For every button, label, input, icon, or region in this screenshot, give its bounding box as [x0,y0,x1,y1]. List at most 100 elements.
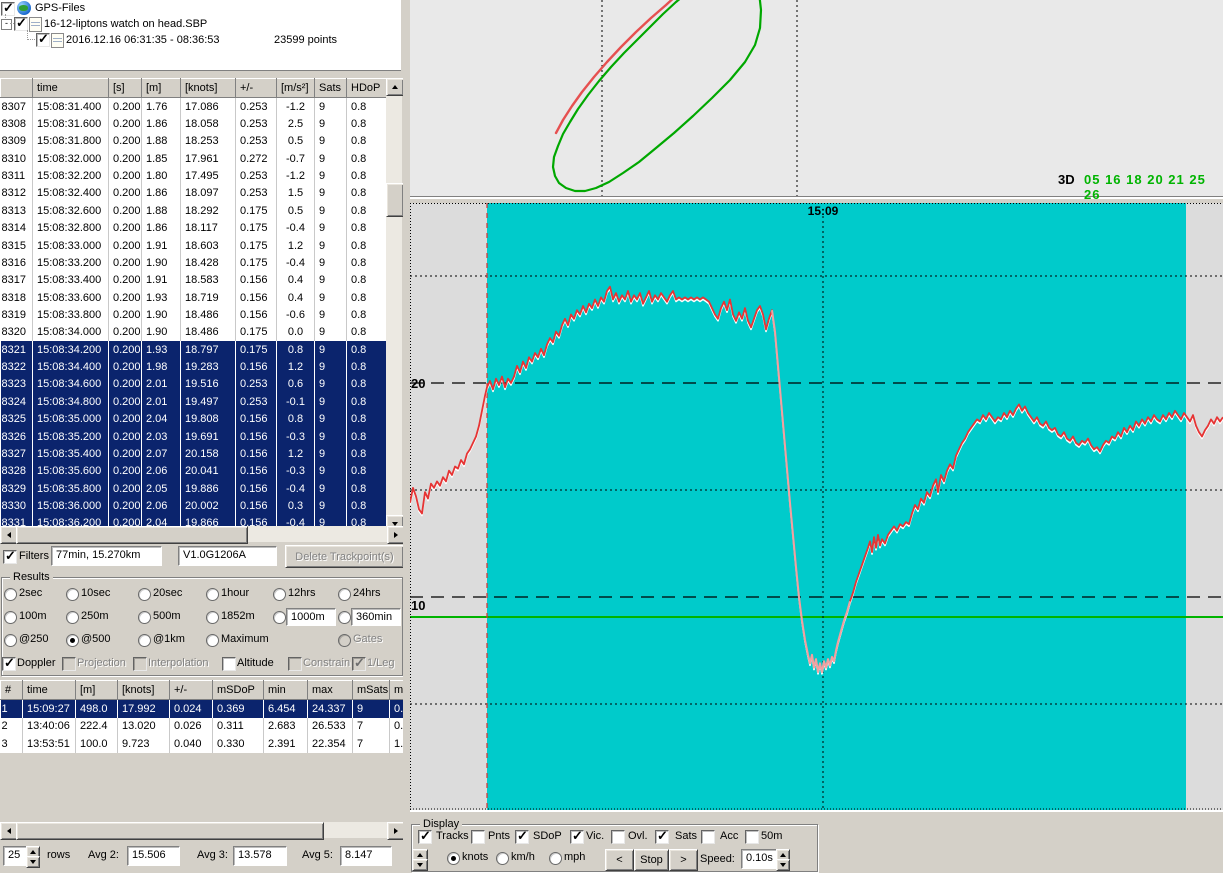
trackpoint-vscrollbar[interactable] [386,78,402,531]
radio-12hrs[interactable] [273,588,286,601]
column-header[interactable]: mSDoP [213,681,264,700]
trackpoint-row[interactable]: 832915:08:35.8000.2002.0519.8860.156-0.4… [1,480,387,497]
speed-chart[interactable] [410,203,1223,810]
column-header[interactable]: HDoP [347,79,387,98]
trackpoint-row[interactable]: 831415:08:32.8000.2001.8618.1170.175-0.4… [1,220,387,237]
column-header[interactable]: time [33,79,109,98]
radio-km/h[interactable] [496,852,509,865]
trackpoint-row[interactable]: 831215:08:32.4000.2001.8618.0970.2531.59… [1,185,387,202]
filters-summary-field[interactable]: 77min, 15.270km [51,546,162,566]
radio-10sec[interactable] [66,588,79,601]
column-header[interactable]: +/- [170,681,213,700]
column-header[interactable] [1,79,33,98]
hscroll-thumb[interactable] [16,526,248,544]
tree-root-checkbox[interactable] [1,2,15,16]
column-header[interactable]: [knots] [118,681,170,700]
radio-@1km[interactable] [138,634,151,647]
radio-Gates[interactable] [338,634,351,647]
checkbox-Doppler[interactable] [2,657,16,671]
delete-trackpoints-button[interactable]: Delete Trackpoint(s) [285,545,404,568]
trackpoint-row[interactable]: 832015:08:34.0000.2001.9018.4860.1750.09… [1,324,387,341]
custom-value-field[interactable]: 360min [351,608,401,626]
scroll-up-button[interactable] [386,78,404,96]
trackpoint-row[interactable]: 830815:08:31.6000.2001.8618.0580.2532.59… [1,115,387,132]
trackpoint-row[interactable]: 830915:08:31.8000.2001.8818.2530.2530.59… [1,133,387,150]
step-back-button[interactable]: < [605,849,634,871]
column-header[interactable]: [m] [142,79,181,98]
column-header[interactable]: max [308,681,353,700]
column-header[interactable]: [s] [109,79,142,98]
column-header[interactable]: mH [390,681,404,700]
radio-2sec[interactable] [4,588,17,601]
checkbox-Vic.[interactable] [570,830,584,844]
trackpoint-row[interactable]: 832815:08:35.6000.2002.0620.0410.156-0.3… [1,463,387,480]
column-header[interactable]: mSats [353,681,390,700]
track-map[interactable] [410,0,1223,196]
radio-360min[interactable] [338,611,351,624]
trackpoint-row[interactable]: 832615:08:35.2000.2002.0319.6910.156-0.3… [1,428,387,445]
checkbox-Tracks[interactable] [418,830,432,844]
radio-20sec[interactable] [138,588,151,601]
radio-500m[interactable] [138,611,151,624]
trackpoint-table[interactable]: time[s][m][knots]+/-[m/s²]SatsHDoP830715… [0,78,386,531]
radio-@500[interactable] [66,634,79,647]
result-row[interactable]: 313:53:51100.09.7230.0400.3302.39122.354… [1,735,404,753]
rows-spin-down[interactable] [26,856,40,868]
avg5-field[interactable]: 8.147 [340,846,392,866]
checkbox-Pnts[interactable] [471,830,485,844]
avg3-field[interactable]: 13.578 [233,846,287,866]
radio-100m[interactable] [4,611,17,624]
panel-splitter[interactable] [403,0,410,873]
column-header[interactable]: # [1,681,23,700]
radio-mph[interactable] [549,852,562,865]
trackpoint-row[interactable]: 832415:08:34.8000.2002.0119.4970.253-0.1… [1,393,387,410]
radio-1852m[interactable] [206,611,219,624]
trackpoint-row[interactable]: 832115:08:34.2000.2001.9318.7970.1750.89… [1,341,387,358]
trackpoint-row[interactable]: 831615:08:33.2000.2001.9018.4280.175-0.4… [1,254,387,271]
result-row[interactable]: 115:09:27498.017.9920.0240.3696.45424.33… [1,700,404,718]
radio-250m[interactable] [66,611,79,624]
checkbox-Sats[interactable] [655,830,669,844]
checkbox-Altitude[interactable] [222,657,236,671]
trackpoint-row[interactable]: 831815:08:33.6000.2001.9318.7190.1560.49… [1,289,387,306]
column-header[interactable]: [knots] [181,79,236,98]
custom-value-field[interactable]: 1000m [286,608,336,626]
trackpoint-row[interactable]: 832215:08:34.4000.2001.9819.2830.1561.29… [1,358,387,375]
tree-file-label[interactable]: 16-12-liptons watch on head.SBP [44,18,207,30]
radio-1hour[interactable] [206,588,219,601]
column-header[interactable]: [m] [76,681,118,700]
trackpoint-row[interactable]: 832315:08:34.6000.2002.0119.5160.2530.69… [1,376,387,393]
avg2-field[interactable]: 15.506 [127,846,180,866]
radio-Maximum[interactable] [206,634,219,647]
chart-spin-down[interactable] [412,859,428,871]
stop-button[interactable]: Stop [634,849,669,871]
trackpoint-row[interactable]: 832515:08:35.0000.2002.0419.8080.1560.89… [1,410,387,427]
checkbox-Ovl.[interactable] [611,830,625,844]
tree-session-checkbox[interactable] [36,33,50,47]
tree-file-checkbox[interactable] [14,17,28,31]
checkbox-SDoP[interactable] [515,830,529,844]
speed-interval-field[interactable]: 0.10s [741,849,780,869]
vscroll-thumb[interactable] [386,183,404,217]
filters-checkbox[interactable] [3,550,17,564]
checkbox-Acc[interactable] [701,830,715,844]
speed-spin-down[interactable] [776,859,790,871]
radio-knots[interactable] [447,852,460,865]
tree-expander-icon[interactable]: - [1,19,12,30]
column-header[interactable]: [m/s²] [277,79,315,98]
trackpoint-row[interactable]: 831915:08:33.8000.2001.9018.4860.156-0.6… [1,306,387,323]
filters-version-field[interactable]: V1.0G1206A [178,546,277,566]
step-forward-button[interactable]: > [669,849,698,871]
trackpoint-row[interactable]: 831315:08:32.6000.2001.8818.2920.1750.59… [1,202,387,219]
radio-24hrs[interactable] [338,588,351,601]
column-header[interactable]: min [264,681,308,700]
column-header[interactable]: +/- [236,79,277,98]
selection-region[interactable] [487,203,1186,810]
tree-session-label[interactable]: 2016.12.16 06:31:35 - 08:36:53 [66,34,220,46]
checkbox-50m[interactable] [745,830,759,844]
checkbox-Projection[interactable] [62,657,76,671]
radio-1000m[interactable] [273,611,286,624]
checkbox-Constrain[interactable] [288,657,302,671]
result-row[interactable]: 213:40:06222.413.0200.0260.3112.68326.53… [1,718,404,736]
column-header[interactable]: Sats [315,79,347,98]
